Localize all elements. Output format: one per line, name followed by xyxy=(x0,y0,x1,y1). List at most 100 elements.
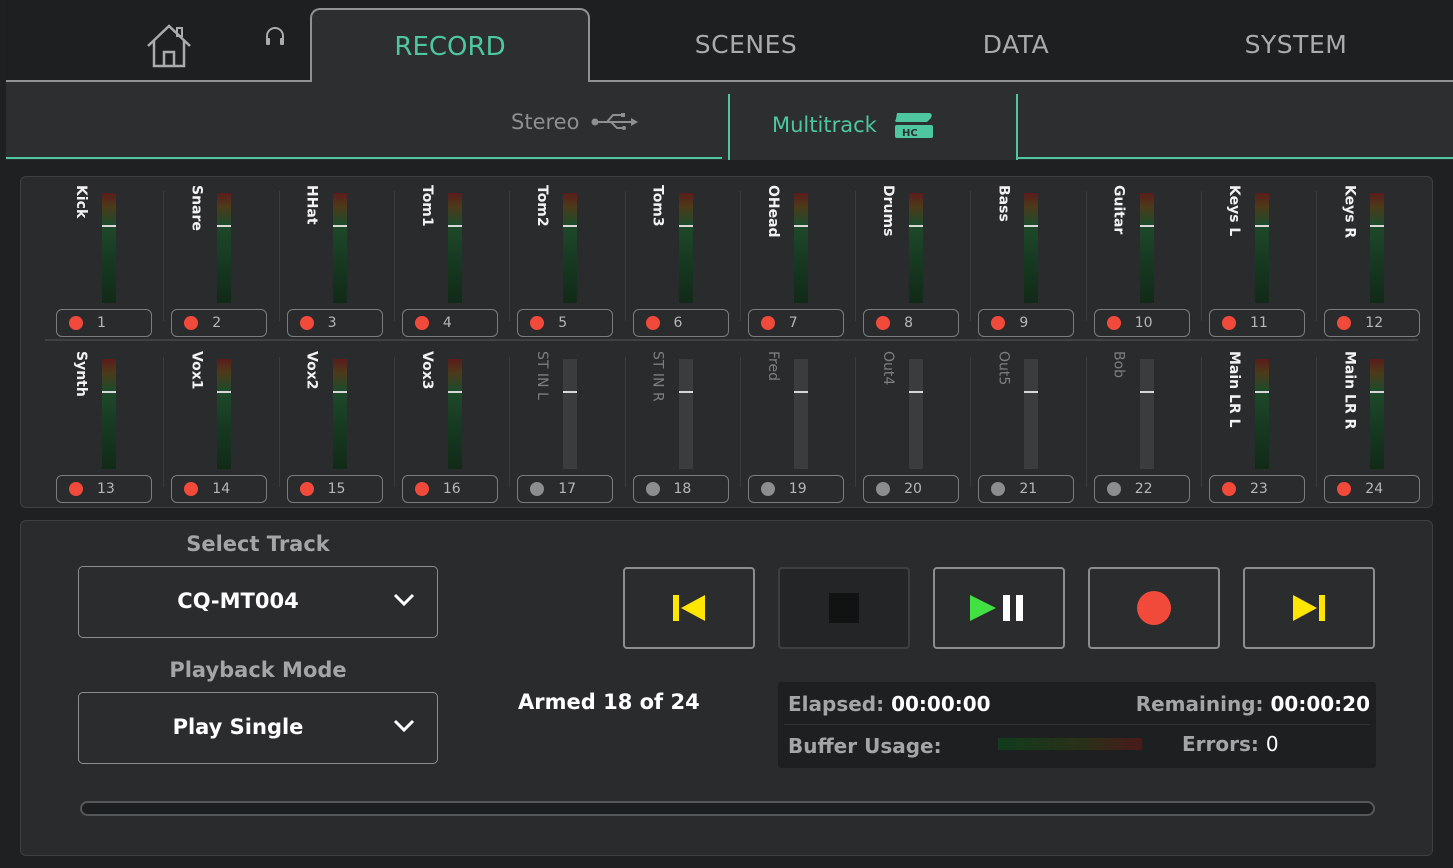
arm-button[interactable]: 14 xyxy=(171,475,268,503)
tab-system[interactable]: SYSTEM xyxy=(1196,30,1396,59)
svg-text:HC: HC xyxy=(902,128,918,139)
arm-dot-icon xyxy=(299,482,314,496)
arm-dot-icon xyxy=(1106,316,1121,330)
arm-dot-icon xyxy=(414,482,429,496)
arm-button[interactable]: 5 xyxy=(517,309,614,337)
channel-number: 4 xyxy=(442,315,452,331)
arm-dot-icon xyxy=(876,482,891,496)
arm-button[interactable]: 21 xyxy=(978,475,1075,503)
arm-button[interactable]: 6 xyxy=(632,309,729,337)
channel-strip: OHead 7 xyxy=(739,181,855,337)
arm-dot-icon xyxy=(1337,316,1352,330)
arm-button[interactable]: 16 xyxy=(401,475,498,503)
meter-tick xyxy=(1370,225,1385,227)
arm-dot-icon xyxy=(414,316,429,330)
arm-button[interactable]: 24 xyxy=(1324,475,1421,503)
strip-separator xyxy=(509,357,511,487)
tab-scenes[interactable]: SCENES xyxy=(646,30,846,59)
channel-name: Bass xyxy=(995,185,1012,222)
arm-button[interactable]: 9 xyxy=(978,309,1075,337)
tab-data[interactable]: DATA xyxy=(916,30,1116,59)
meter-tick xyxy=(217,225,232,227)
tab-home[interactable] xyxy=(144,22,194,70)
buffer-usage-bar xyxy=(998,738,1142,750)
errors-label: Errors: xyxy=(1182,732,1259,756)
skip-back-button[interactable] xyxy=(623,567,755,649)
level-meter xyxy=(332,359,347,469)
arm-dot-icon xyxy=(645,316,660,330)
skip-forward-button[interactable] xyxy=(1243,567,1375,649)
select-track-value: CQ-MT004 xyxy=(177,589,299,613)
channel-name: Tom2 xyxy=(534,185,551,227)
channel-strip: ST IN L 17 xyxy=(509,347,624,503)
meter-tick xyxy=(447,391,462,393)
arm-button[interactable]: 19 xyxy=(747,475,844,503)
channel-panel: Kick 1 Snare 2 HHat 3 Tom1 4 Tom2 5 Tom3 6 OHead 7 Dru… xyxy=(20,176,1433,508)
playback-mode-dropdown[interactable]: Play Single xyxy=(78,692,438,764)
select-track-dropdown[interactable]: CQ-MT004 xyxy=(78,566,438,638)
channel-name: Vox3 xyxy=(418,351,435,390)
level-meter xyxy=(678,193,693,303)
arm-button[interactable]: 18 xyxy=(632,475,729,503)
channel-name: Guitar xyxy=(1110,185,1127,235)
strip-separator xyxy=(739,357,741,487)
channel-number: 3 xyxy=(327,315,337,331)
record-button[interactable] xyxy=(1088,567,1220,649)
stop-button[interactable] xyxy=(778,567,910,649)
arm-button[interactable]: 20 xyxy=(863,475,960,503)
arm-button[interactable]: 3 xyxy=(286,309,383,337)
subtab-multitrack[interactable]: Multitrack HC xyxy=(772,110,935,140)
arm-dot-icon xyxy=(760,482,775,496)
level-meter xyxy=(1370,193,1385,303)
channel-name: Keys R xyxy=(1341,185,1358,239)
arm-button[interactable]: 12 xyxy=(1324,309,1421,337)
channel-number: 12 xyxy=(1365,315,1384,331)
playback-progress-bar[interactable] xyxy=(80,801,1375,816)
subtab-stereo[interactable]: Stereo xyxy=(511,110,639,134)
arm-button[interactable]: 13 xyxy=(56,475,152,503)
channel-name: Vox2 xyxy=(303,351,320,390)
channel-name: Vox1 xyxy=(188,351,205,390)
chevron-down-icon xyxy=(393,593,415,607)
channel-strip: Main LR R 24 xyxy=(1316,347,1431,503)
tab-record[interactable]: RECORD xyxy=(310,8,590,84)
arm-button[interactable]: 8 xyxy=(863,309,960,337)
channel-strip: Out5 21 xyxy=(970,347,1085,503)
record-icon xyxy=(1137,591,1171,625)
strip-separator xyxy=(624,191,626,321)
channel-strip: Bob 22 xyxy=(1085,347,1201,503)
arm-button[interactable]: 11 xyxy=(1209,309,1305,337)
level-meter xyxy=(217,359,232,469)
meter-tick xyxy=(1024,225,1039,227)
channel-number: 15 xyxy=(327,481,346,497)
arm-button[interactable]: 4 xyxy=(401,309,498,337)
arm-button[interactable]: 1 xyxy=(56,309,152,337)
arm-dot-icon xyxy=(530,482,545,496)
channel-number: 19 xyxy=(788,481,807,497)
channel-strip: Snare 2 xyxy=(163,181,278,337)
buffer-usage-label: Buffer Usage: xyxy=(788,734,942,758)
strip-separator xyxy=(393,191,395,321)
arm-button[interactable]: 2 xyxy=(171,309,268,337)
status-box: Elapsed: 00:00:00 Remaining: 00:00:20 Bu… xyxy=(778,682,1376,768)
channel-name: Tom1 xyxy=(418,185,435,227)
arm-button[interactable]: 22 xyxy=(1093,475,1190,503)
arm-button[interactable]: 23 xyxy=(1209,475,1305,503)
arm-button[interactable]: 10 xyxy=(1093,309,1190,337)
arm-button[interactable]: 17 xyxy=(517,475,614,503)
channel-number: 16 xyxy=(442,481,461,497)
arm-dot-icon xyxy=(1222,482,1236,496)
arm-button[interactable]: 7 xyxy=(747,309,844,337)
channel-strip: Synth 13 xyxy=(48,347,163,503)
remaining-value: 00:00:20 xyxy=(1270,692,1371,716)
channel-number: 7 xyxy=(788,315,798,331)
tab-headphones[interactable] xyxy=(264,26,286,46)
arm-button[interactable]: 15 xyxy=(286,475,383,503)
arm-dot-icon xyxy=(1106,482,1121,496)
play-pause-button[interactable] xyxy=(933,567,1065,649)
channel-name: Out5 xyxy=(995,351,1012,386)
strip-separator xyxy=(163,357,165,487)
home-icon xyxy=(147,24,191,68)
subtab-underline-right xyxy=(1016,157,1453,159)
level-meter xyxy=(909,193,924,303)
